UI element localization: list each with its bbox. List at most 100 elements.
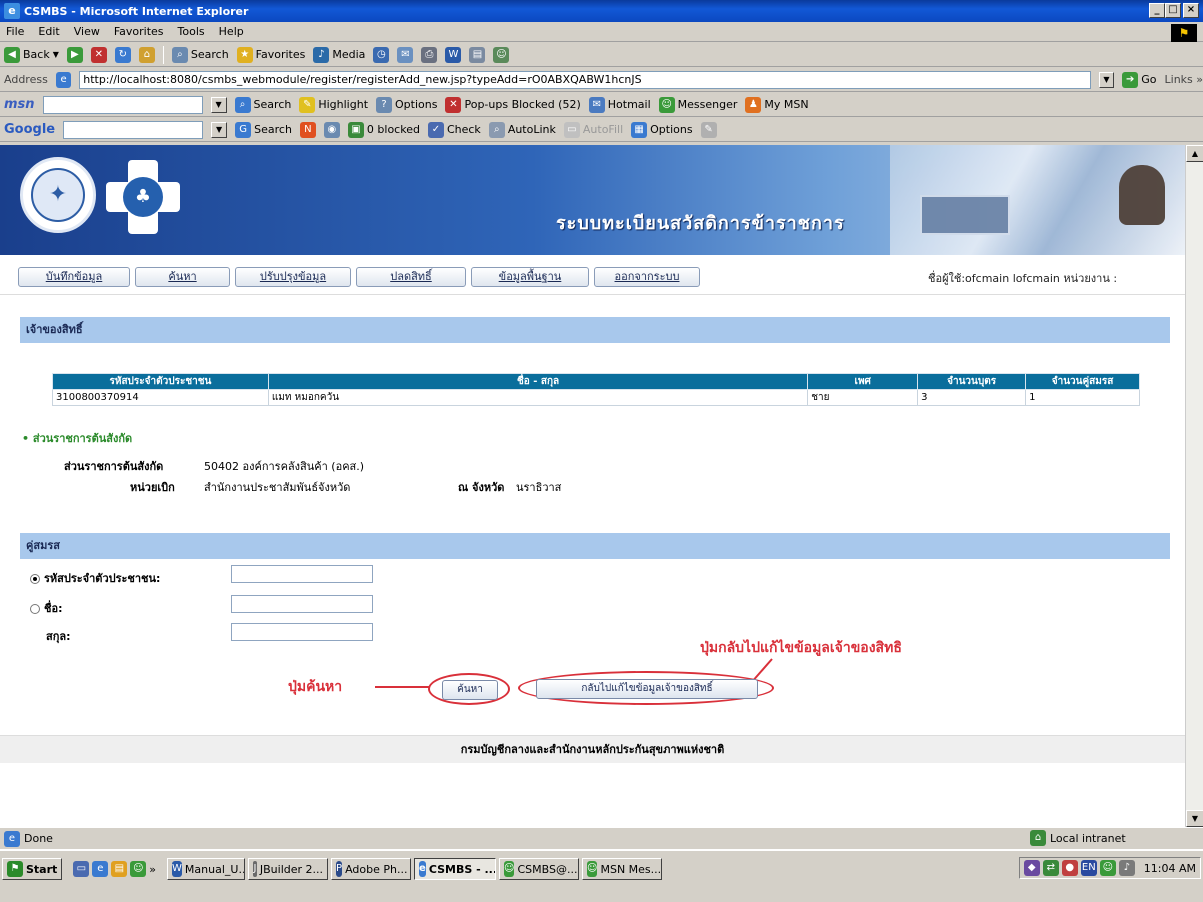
task-msn-messenger[interactable]: ☺ MSN Mes... — [582, 858, 663, 880]
ie-quicklaunch-icon[interactable]: e — [92, 861, 109, 877]
more-quicklaunch-icon[interactable]: » — [149, 863, 156, 876]
search-button[interactable]: ค้นหา — [442, 680, 498, 700]
nav-logout[interactable]: ออกจากระบบ — [594, 267, 700, 287]
msn-quicklaunch-icon[interactable]: ☺ — [130, 861, 147, 877]
links-button[interactable]: Links » — [1165, 73, 1203, 86]
nav-revoke[interactable]: ปลดสิทธิ์ — [356, 267, 466, 287]
nav-basic-data[interactable]: ข้อมูลพื้นฐาน — [471, 267, 589, 287]
close-button[interactable]: × — [1183, 3, 1199, 18]
google-search-button[interactable]: G Search — [235, 121, 292, 138]
name-radio-row[interactable]: ชื่อ: — [30, 599, 62, 617]
tray-shield-icon[interactable]: ◆ — [1023, 860, 1040, 876]
hotmail-icon: ✉ — [588, 96, 605, 113]
media-button[interactable]: ♪ Media — [313, 46, 365, 63]
folder-icon[interactable]: ▤ — [111, 861, 128, 877]
favorites-button[interactable]: ★ Favorites — [236, 46, 305, 63]
owner-section-header: เจ้าของสิทธิ์ — [20, 317, 1170, 343]
desktop-icon[interactable]: ▭ — [73, 861, 90, 877]
back-button-annotation: ปุ่มกลับไปแก้ไขข้อมูลเจ้าของสิทธิ — [700, 640, 902, 656]
forward-arrow-icon[interactable]: ▶ — [66, 46, 83, 63]
msn-search-input[interactable] — [42, 95, 203, 114]
tray-messenger-icon[interactable]: ☺ — [1099, 860, 1116, 876]
print-icon[interactable]: ⎙ — [421, 46, 438, 63]
vertical-scrollbar[interactable]: ▲ ▼ — [1185, 145, 1203, 827]
back-button[interactable]: ◀ Back ▼ — [4, 46, 59, 63]
windows-logo-icon: ⚑ — [1171, 24, 1197, 42]
search-button[interactable]: ⌕ Search — [171, 46, 229, 63]
ie-icon: e — [419, 861, 426, 877]
pagerank-icon[interactable]: ◉ — [323, 121, 340, 138]
table-row[interactable]: 3100800370914 แมท หมอกควัน ชาย 3 1 — [52, 389, 1140, 406]
tray-volume-icon[interactable]: ♪ — [1118, 860, 1135, 876]
task-csmbs-messenger[interactable]: ☺ CSMBS@... — [499, 858, 580, 880]
address-dropdown-icon[interactable]: ▼ — [1098, 71, 1115, 88]
history-icon[interactable]: ◷ — [373, 46, 390, 63]
task-csmbs-ie[interactable]: e CSMBS - ... — [414, 858, 497, 880]
google-dropdown-icon[interactable]: ▼ — [211, 121, 228, 138]
msn-options-button[interactable]: ? Options — [376, 96, 437, 113]
stop-icon[interactable]: ✕ — [90, 46, 107, 63]
nav-search[interactable]: ค้นหา — [135, 267, 230, 287]
menu-help[interactable]: Help — [219, 25, 244, 38]
go-arrow-icon: ➔ — [1122, 71, 1139, 88]
scroll-down-icon[interactable]: ▼ — [1186, 810, 1203, 827]
scroll-up-icon[interactable]: ▲ — [1186, 145, 1203, 162]
start-button[interactable]: ⚑ Start — [2, 858, 63, 880]
spell-check-button[interactable]: ✓ Check — [427, 121, 481, 138]
refresh-icon[interactable]: ↻ — [114, 46, 131, 63]
menu-tools[interactable]: Tools — [178, 25, 205, 38]
spouse-id-input[interactable] — [231, 565, 373, 583]
minimize-button[interactable]: _ — [1149, 3, 1165, 18]
mail-icon[interactable]: ✉ — [397, 46, 414, 63]
spouse-surname-input[interactable] — [231, 623, 373, 641]
col-gender: เพศ — [807, 373, 919, 390]
go-button[interactable]: ➔ Go — [1122, 71, 1157, 88]
star-icon: ★ — [236, 46, 253, 63]
menu-view[interactable]: View — [74, 25, 100, 38]
autolink-button[interactable]: ⌕ AutoLink — [488, 121, 556, 138]
owner-table: รหัสประจำตัวประชาชน ชื่อ - สกุล เพศ จำนว… — [52, 373, 1140, 406]
home-icon[interactable]: ⌂ — [138, 46, 155, 63]
mymsn-button[interactable]: ♟ My MSN — [745, 96, 809, 113]
menu-favorites[interactable]: Favorites — [114, 25, 164, 38]
messenger-button[interactable]: ☺ Messenger — [658, 96, 737, 113]
google-search-input[interactable] — [63, 120, 204, 139]
spellcheck-icon: ✓ — [427, 121, 444, 138]
nav-update[interactable]: ปรับปรุงข้อมูล — [235, 267, 351, 287]
hotmail-button[interactable]: ✉ Hotmail — [588, 96, 651, 113]
highlight-button[interactable]: ✎ Highlight — [299, 96, 368, 113]
msn-logo: msn — [4, 97, 35, 112]
autofill-button[interactable]: ▭ AutoFill — [563, 121, 623, 138]
name-radio[interactable] — [30, 604, 40, 614]
spouse-name-input[interactable] — [231, 595, 373, 613]
messenger-icon[interactable]: ☺ — [493, 46, 510, 63]
tray-language-icon[interactable]: EN — [1080, 860, 1097, 876]
pencil-icon[interactable]: ✎ — [700, 121, 717, 138]
news-icon[interactable]: N — [299, 121, 316, 138]
cell-children: 3 — [917, 389, 1027, 406]
popups-blocked-button[interactable]: ✕ Pop-ups Blocked (52) — [445, 96, 581, 113]
nav-record[interactable]: บันทึกข้อมูล — [18, 267, 130, 287]
task-photoshop[interactable]: P Adobe Ph... — [331, 858, 412, 880]
address-bar: Address e http://localhost:8080/csmbs_we… — [0, 68, 1203, 92]
edit-icon[interactable]: W — [445, 46, 462, 63]
id-radio-row[interactable]: รหัสประจำตัวประชาชน: — [30, 569, 160, 587]
id-radio[interactable] — [30, 574, 40, 584]
msn-search-button[interactable]: ⌕ Search — [234, 96, 291, 113]
task-jbuilder[interactable]: J JBuilder 2... — [248, 858, 329, 880]
task-manual[interactable]: W Manual_U... — [167, 858, 246, 880]
address-input[interactable]: http://localhost:8080/csmbs_webmodule/re… — [79, 70, 1091, 89]
msn-dropdown-icon[interactable]: ▼ — [210, 96, 227, 113]
maximize-button[interactable]: □ — [1165, 3, 1181, 18]
menu-edit[interactable]: Edit — [38, 25, 59, 38]
menu-file[interactable]: File — [6, 25, 24, 38]
back-to-owner-button[interactable]: กลับไปแก้ไขข้อมูลเจ้าของสิทธิ์ — [536, 679, 758, 699]
photoshop-icon: P — [336, 861, 343, 877]
popup-blocker-button[interactable]: ▣ 0 blocked — [347, 121, 420, 138]
discuss-icon[interactable]: ▤ — [469, 46, 486, 63]
tray-network-icon[interactable]: ⇄ — [1042, 860, 1059, 876]
google-options-button[interactable]: ▦ Options — [631, 121, 693, 138]
cell-gender: ชาย — [807, 389, 919, 406]
tray-app-icon[interactable]: ● — [1061, 860, 1078, 876]
search-icon: ⌕ — [234, 96, 251, 113]
